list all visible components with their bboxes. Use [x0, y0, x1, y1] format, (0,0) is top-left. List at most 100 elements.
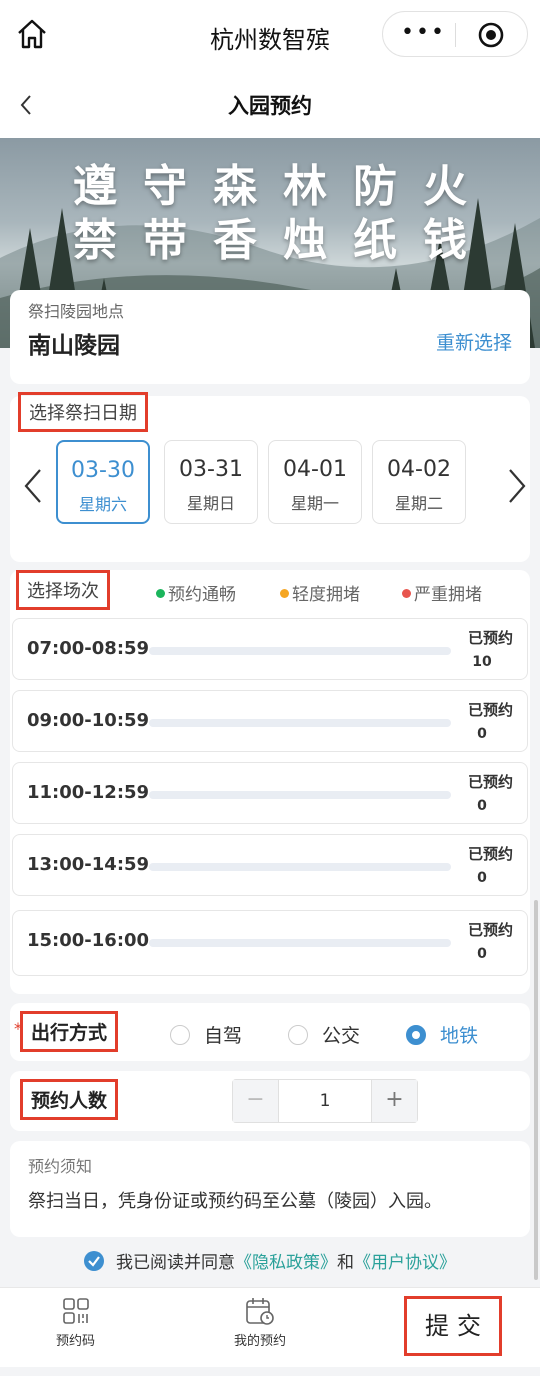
increment-button[interactable]: + — [371, 1080, 417, 1122]
slot-booked-count: 0 — [477, 726, 487, 742]
legend-label: 轻度拥堵 — [292, 585, 360, 605]
session-slot[interactable]: 11:00-12:59 已预约 0 — [12, 762, 528, 824]
date-chip-date: 03-30 — [71, 458, 135, 483]
date-chip-date: 04-02 — [387, 457, 451, 482]
slot-booked-label: 已预约 — [467, 629, 513, 647]
date-chip-date: 03-31 — [179, 457, 243, 482]
submit-button[interactable]: 提交 — [404, 1296, 502, 1356]
slot-booked-count: 0 — [477, 870, 487, 886]
tab-label: 预约码 — [56, 1334, 96, 1349]
agreement-and: 和 — [337, 1253, 354, 1273]
legend-item-heavy: 严重拥堵 — [402, 580, 482, 605]
session-slot[interactable]: 07:00-08:59 已预约 10 — [12, 618, 528, 680]
session-slot[interactable]: 13:00-14:59 已预约 0 — [12, 834, 528, 896]
qrcode-icon — [62, 1298, 89, 1324]
legend-dot-orange — [280, 588, 289, 598]
radio-label: 地铁 — [440, 1025, 479, 1047]
travel-method-label: 出行方式 — [20, 1011, 119, 1052]
radio-drive[interactable]: 自驾 — [170, 1021, 242, 1048]
date-chip[interactable]: 04-02 星期二 — [372, 440, 466, 524]
travel-method-card: * 出行方式 自驾 公交 地铁 — [10, 1003, 530, 1061]
legend-item-light: 轻度拥堵 — [280, 580, 360, 605]
date-chip-weekday: 星期二 — [394, 494, 443, 513]
date-section-label: 选择祭扫日期 — [18, 392, 148, 432]
close-target-icon[interactable] — [477, 21, 505, 49]
agreement-text: 我已阅读并同意 — [116, 1253, 235, 1273]
slot-capacity-bar — [149, 939, 451, 947]
radio-circle — [170, 1024, 190, 1045]
session-slot[interactable]: 15:00-16:00 已预约 0 — [12, 910, 528, 976]
radio-subway[interactable]: 地铁 — [406, 1021, 478, 1048]
slot-time: 13:00-14:59 — [27, 854, 150, 875]
app-header: 杭州数智殡 ••• — [0, 0, 540, 72]
quantity-value[interactable]: 1 — [279, 1091, 371, 1111]
page-title: 入园预约 — [228, 94, 312, 118]
mini-program-capsule: ••• — [382, 11, 528, 57]
date-chip-weekday: 星期六 — [78, 495, 127, 514]
date-chip-weekday: 星期日 — [186, 494, 235, 513]
agreement-checkbox[interactable] — [84, 1251, 104, 1271]
slot-time: 15:00-16:00 — [27, 930, 150, 951]
agreement-row: 我已阅读并同意《隐私政策》和《用户协议》 — [0, 1248, 540, 1276]
chevron-right-icon[interactable] — [506, 466, 528, 506]
location-label: 祭扫陵园地点 — [28, 302, 125, 321]
slot-booked-count: 0 — [477, 946, 487, 962]
location-card: 祭扫陵园地点 南山陵园 重新选择 — [10, 290, 530, 384]
legend-item-smooth: 预约通畅 — [156, 580, 236, 605]
date-chip[interactable]: 03-30 星期六 — [56, 440, 150, 524]
notice-card: 预约须知 祭扫当日，凭身份证或预约码至公墓（陵园）入园。 — [10, 1141, 530, 1237]
notice-text: 祭扫当日，凭身份证或预约码至公墓（陵园）入园。 — [28, 1191, 442, 1212]
legend-label: 严重拥堵 — [414, 585, 482, 605]
slot-capacity-bar — [149, 719, 451, 727]
legend-dot-red — [402, 588, 411, 598]
chevron-left-icon[interactable] — [22, 466, 44, 506]
radio-label: 自驾 — [204, 1025, 243, 1047]
quantity-stepper: − 1 + — [232, 1079, 418, 1123]
slot-booked-count: 10 — [472, 654, 492, 670]
session-selection-card: 选择场次 预约通畅 轻度拥堵 严重拥堵 07:00-08:59 已预约 10 0… — [10, 570, 530, 994]
people-count-label: 预约人数 — [20, 1079, 119, 1120]
slot-booked-label: 已预约 — [467, 921, 513, 939]
capsule-divider — [455, 23, 456, 47]
radio-label: 公交 — [322, 1025, 361, 1047]
date-selection-card: 选择祭扫日期 03-30 星期六 03-31 星期日 04-01 星期一 04-… — [10, 392, 530, 562]
page-navbar: 入园预约 — [0, 72, 540, 138]
tab-my-booking[interactable]: 我的预约 — [234, 1296, 286, 1349]
scrollbar[interactable] — [534, 900, 538, 1280]
slot-booked-label: 已预约 — [467, 701, 513, 719]
slot-booked-label: 已预约 — [467, 773, 513, 791]
date-chip[interactable]: 04-01 星期一 — [268, 440, 362, 524]
session-slot[interactable]: 09:00-10:59 已预约 0 — [12, 690, 528, 752]
banner-line-2: 禁带香烛纸钱 — [73, 215, 493, 266]
slot-time: 11:00-12:59 — [27, 782, 150, 803]
slot-capacity-bar — [149, 863, 451, 871]
date-chip-weekday: 星期一 — [290, 494, 339, 513]
reselect-link[interactable]: 重新选择 — [436, 328, 512, 355]
session-section-label: 选择场次 — [16, 570, 110, 610]
more-icon[interactable]: ••• — [401, 20, 446, 45]
notice-title: 预约须知 — [28, 1157, 93, 1176]
legend-label: 预约通畅 — [168, 585, 236, 605]
tab-qrcode[interactable]: 预约码 — [56, 1296, 95, 1349]
date-chip-date: 04-01 — [283, 457, 347, 482]
legend-dot-green — [156, 588, 165, 598]
radio-bus[interactable]: 公交 — [288, 1021, 360, 1048]
slot-time: 09:00-10:59 — [27, 710, 150, 731]
decrement-button[interactable]: − — [233, 1080, 279, 1122]
people-count-card: 预约人数 − 1 + — [10, 1071, 530, 1131]
bottom-tabbar: 预约码 我的预约 提交 — [0, 1287, 540, 1367]
user-agreement-link[interactable]: 《用户协议》 — [354, 1253, 456, 1273]
radio-circle — [406, 1024, 426, 1045]
slot-time: 07:00-08:59 — [27, 638, 150, 659]
slot-capacity-bar — [149, 647, 451, 655]
slot-booked-count: 0 — [477, 798, 487, 814]
check-icon — [88, 1256, 100, 1267]
location-name: 南山陵园 — [28, 333, 120, 359]
date-chip[interactable]: 03-31 星期日 — [164, 440, 258, 524]
calendar-clock-icon — [246, 1298, 274, 1325]
radio-circle — [288, 1024, 308, 1045]
tab-label: 我的预约 — [234, 1334, 287, 1349]
slot-capacity-bar — [149, 791, 451, 799]
privacy-policy-link[interactable]: 《隐私政策》 — [235, 1253, 337, 1273]
slot-booked-label: 已预约 — [467, 845, 513, 863]
